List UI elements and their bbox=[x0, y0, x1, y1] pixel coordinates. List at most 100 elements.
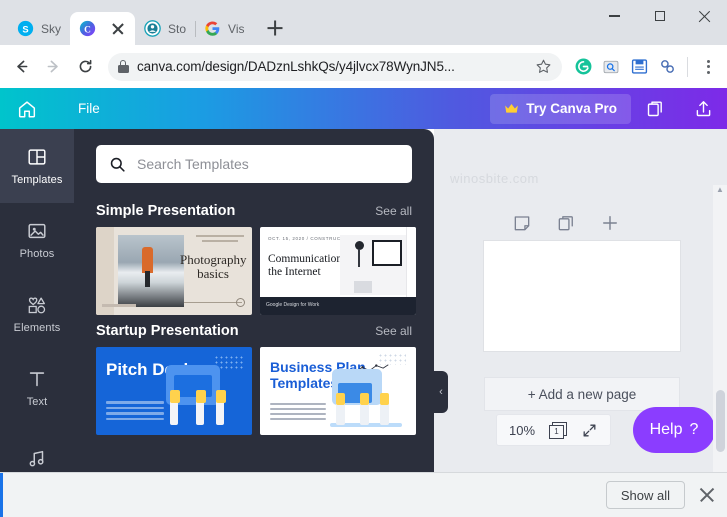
duplicate-button[interactable] bbox=[631, 88, 679, 129]
decor-rightbar bbox=[406, 227, 416, 297]
tab-skype[interactable]: S Sky bbox=[8, 12, 72, 45]
tab-store[interactable]: Sto bbox=[135, 12, 197, 45]
close-window-button[interactable] bbox=[682, 0, 727, 32]
link-icon[interactable] bbox=[654, 54, 680, 80]
section-title: Simple Presentation bbox=[96, 203, 236, 219]
template-card[interactable]: Pitch Deck bbox=[96, 347, 252, 435]
close-download-bar-icon[interactable] bbox=[699, 487, 715, 503]
decor-torso bbox=[216, 390, 226, 403]
template-body bbox=[270, 403, 326, 423]
minimize-button[interactable] bbox=[592, 0, 637, 32]
duplicate-icon bbox=[647, 101, 662, 117]
canva-app: File Try Canva Pro Templates Photos Elem… bbox=[0, 88, 727, 517]
decor-line bbox=[202, 240, 238, 242]
page-tools bbox=[434, 213, 697, 233]
toolbar-divider bbox=[687, 56, 688, 77]
address-bar[interactable]: canva.com/design/DADznLshkQs/y4jlvcx78Wy… bbox=[108, 52, 562, 81]
search-input[interactable]: Search Templates bbox=[96, 145, 412, 183]
zoom-controls: 10% 1 bbox=[496, 414, 612, 446]
text-icon bbox=[29, 372, 45, 387]
see-all-link[interactable]: See all bbox=[375, 204, 412, 218]
sidebar-label: Text bbox=[26, 396, 48, 408]
search-icon bbox=[110, 157, 125, 172]
tab-title: Sky bbox=[41, 21, 62, 36]
duplicate-page-icon[interactable] bbox=[556, 213, 576, 233]
home-button[interactable] bbox=[0, 98, 54, 120]
page-count-indicator[interactable]: 1 bbox=[549, 421, 568, 439]
search-extension-icon[interactable] bbox=[598, 54, 624, 80]
zoom-level[interactable]: 10% bbox=[509, 423, 535, 438]
grammarly-glyph bbox=[575, 58, 591, 75]
try-canva-pro-button[interactable]: Try Canva Pro bbox=[490, 93, 631, 124]
photos-icon bbox=[28, 223, 46, 239]
reload-button[interactable] bbox=[70, 52, 100, 82]
file-menu[interactable]: File bbox=[68, 97, 110, 120]
sidebar-label: Photos bbox=[19, 248, 55, 260]
three-dot-menu[interactable] bbox=[695, 54, 721, 80]
lock-icon bbox=[118, 60, 129, 73]
sidebar-item-templates[interactable]: Templates bbox=[0, 129, 74, 203]
tab-title: Sto bbox=[168, 21, 187, 36]
tab-close-icon[interactable] bbox=[110, 21, 126, 37]
templates-icon bbox=[28, 149, 46, 165]
decor-monitor bbox=[372, 240, 402, 266]
template-card[interactable]: Photography basics bbox=[96, 227, 252, 315]
sidebar-item-photos[interactable]: Photos bbox=[0, 203, 74, 277]
scroll-up-arrow[interactable]: ▲ bbox=[716, 185, 724, 194]
pro-label: Try Canva Pro bbox=[526, 101, 617, 116]
tab-canva[interactable]: C bbox=[70, 12, 136, 45]
help-button[interactable]: Help ? bbox=[633, 407, 715, 453]
share-icon bbox=[696, 101, 710, 117]
canvas-page[interactable] bbox=[484, 241, 680, 351]
section-title: Startup Presentation bbox=[96, 323, 239, 339]
svg-text:C: C bbox=[84, 25, 91, 35]
grammarly-icon[interactable] bbox=[570, 54, 596, 80]
browser-toolbar: canva.com/design/DADznLshkQs/y4jlvcx78Wy… bbox=[0, 45, 727, 88]
forward-button[interactable] bbox=[38, 52, 68, 82]
decor-line bbox=[196, 235, 244, 237]
watermark: winosbite.com bbox=[450, 171, 539, 186]
magnifier-glyph bbox=[603, 60, 619, 73]
template-card[interactable]: OCT. 15, 2020 / CONSTRUCT Communication … bbox=[260, 227, 416, 315]
section-header-simple-presentation: Simple Presentation See all bbox=[74, 195, 434, 227]
notes-icon[interactable] bbox=[512, 213, 532, 233]
page-number: 1 bbox=[549, 424, 565, 439]
tab-visual[interactable]: Vis bbox=[195, 12, 253, 45]
save-icon[interactable] bbox=[626, 54, 652, 80]
template-card[interactable]: Business Plan Templates bbox=[260, 347, 416, 435]
scroll-thumb[interactable] bbox=[716, 390, 725, 452]
new-tab-button[interactable] bbox=[261, 14, 289, 42]
sidebar-label: Elements bbox=[13, 322, 61, 334]
expand-icon[interactable] bbox=[581, 422, 598, 439]
share-button[interactable] bbox=[679, 88, 727, 129]
audio-icon bbox=[29, 450, 44, 467]
tab-title: Vis bbox=[228, 21, 245, 36]
reload-icon bbox=[79, 59, 91, 73]
elements-icon bbox=[28, 297, 46, 314]
vertical-scrollbar[interactable]: ▲ ▼ bbox=[713, 185, 727, 501]
collapse-panel-button[interactable]: ‹ bbox=[434, 371, 448, 413]
add-new-page-button[interactable]: + Add a new page bbox=[484, 377, 680, 411]
sidebar-label: Templates bbox=[11, 174, 63, 186]
download-bar-edge bbox=[0, 473, 3, 517]
maximize-button[interactable] bbox=[637, 0, 682, 32]
show-all-downloads-button[interactable]: Show all bbox=[605, 481, 685, 509]
decor-lamp-stand bbox=[358, 249, 360, 267]
header-actions: Try Canva Pro bbox=[490, 88, 727, 129]
skype-icon: S bbox=[17, 20, 34, 37]
back-arrow-icon bbox=[16, 60, 27, 73]
star-icon[interactable] bbox=[535, 58, 552, 75]
template-kicker: OCT. 15, 2020 / CONSTRUCT bbox=[268, 236, 345, 241]
editor-canvas-area[interactable]: winosbite.com + Add a new page 10% 1 Hel… bbox=[434, 129, 727, 517]
see-all-link[interactable]: See all bbox=[375, 324, 412, 338]
templates-panel: Search Templates Simple Presentation See… bbox=[74, 129, 434, 517]
back-button[interactable] bbox=[6, 52, 36, 82]
svg-text:S: S bbox=[22, 24, 28, 34]
sidebar-item-elements[interactable]: Elements bbox=[0, 277, 74, 351]
forward-arrow-icon bbox=[47, 60, 58, 73]
add-page-icon[interactable] bbox=[600, 213, 620, 233]
decor-dot bbox=[236, 298, 245, 307]
decor-footer bbox=[102, 304, 136, 307]
decor-rule bbox=[184, 302, 242, 303]
sidebar-item-text[interactable]: Text bbox=[0, 351, 74, 425]
